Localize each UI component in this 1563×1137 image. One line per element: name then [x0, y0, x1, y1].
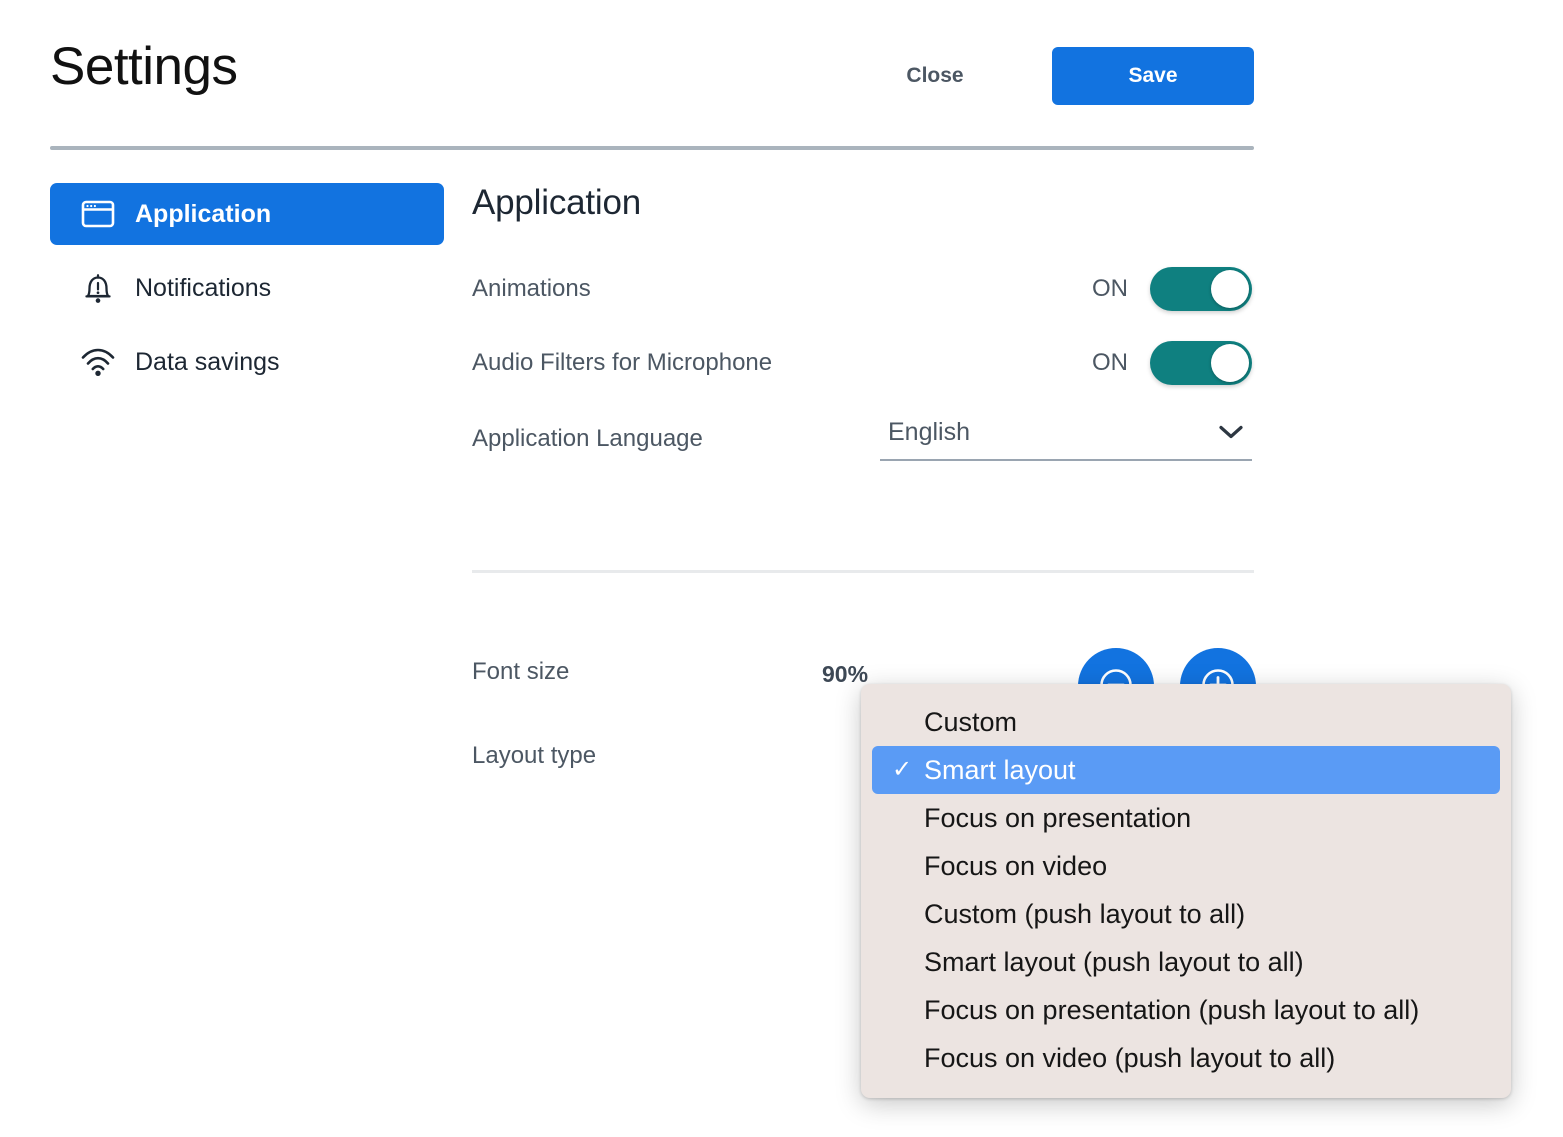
dropdown-item-selected[interactable]: ✓ Smart layout	[872, 746, 1500, 794]
dropdown-item[interactable]: Focus on video (push layout to all)	[872, 1034, 1500, 1082]
setting-row-animations: Animations ON	[472, 261, 1254, 317]
dropdown-item[interactable]: Focus on presentation (push layout to al…	[872, 986, 1500, 1034]
dropdown-item-label: Focus on presentation	[924, 803, 1191, 834]
application-language-value: English	[888, 418, 970, 447]
dropdown-item[interactable]: Custom (push layout to all)	[872, 890, 1500, 938]
wifi-signal-icon	[78, 342, 118, 382]
audio-filters-state-text: ON	[1092, 349, 1128, 377]
dropdown-item-label: Custom (push layout to all)	[924, 899, 1245, 930]
font-size-label: Font size	[472, 658, 569, 686]
settings-main-panel: Application Animations ON Audio Filters …	[472, 183, 1254, 467]
dropdown-item-label: Smart layout	[924, 755, 1076, 786]
section-divider	[472, 570, 1254, 573]
audio-filters-toggle[interactable]	[1150, 341, 1252, 385]
dropdown-item-label: Focus on video	[924, 851, 1107, 882]
settings-window: Settings Close Save Application	[0, 0, 1563, 1137]
dropdown-item[interactable]: Custom	[872, 698, 1500, 746]
dropdown-item-label: Focus on video (push layout to all)	[924, 1043, 1335, 1074]
sidebar-item-notifications[interactable]: Notifications	[50, 257, 444, 319]
dropdown-item-label: Focus on presentation (push layout to al…	[924, 995, 1419, 1026]
toggle-knob	[1211, 270, 1249, 308]
close-button[interactable]: Close	[880, 56, 990, 96]
check-icon: ✓	[892, 758, 912, 782]
animations-label: Animations	[472, 275, 591, 303]
section-title: Application	[472, 183, 1254, 223]
animations-toggle[interactable]	[1150, 267, 1252, 311]
application-language-select[interactable]: English	[880, 418, 1252, 461]
header-divider	[50, 146, 1254, 150]
dropdown-item[interactable]: Smart layout (push layout to all)	[872, 938, 1500, 986]
page-title: Settings	[50, 38, 238, 96]
dropdown-item[interactable]: Focus on video	[872, 842, 1500, 890]
font-size-value: 90%	[822, 661, 868, 688]
audio-filters-toggle-group: ON	[1092, 341, 1252, 385]
bell-alert-icon	[78, 268, 118, 308]
sidebar-item-data-savings[interactable]: Data savings	[50, 331, 444, 393]
sidebar-item-label: Notifications	[135, 274, 271, 303]
layout-type-dropdown-menu: Custom ✓ Smart layout Focus on presentat…	[861, 684, 1511, 1098]
setting-row-application-language: Application Language English	[472, 411, 1254, 467]
sidebar-item-label: Data savings	[135, 348, 280, 377]
window-icon	[78, 194, 118, 234]
toggle-knob	[1211, 344, 1249, 382]
setting-row-audio-filters: Audio Filters for Microphone ON	[472, 335, 1254, 391]
save-button[interactable]: Save	[1052, 47, 1254, 105]
dropdown-item-label: Custom	[924, 707, 1017, 738]
audio-filters-label: Audio Filters for Microphone	[472, 349, 772, 377]
settings-sidebar: Application Notifications	[50, 183, 444, 405]
dropdown-item-label: Smart layout (push layout to all)	[924, 947, 1304, 978]
chevron-down-icon	[1218, 424, 1244, 440]
sidebar-item-label: Application	[135, 200, 271, 229]
dropdown-item[interactable]: Focus on presentation	[872, 794, 1500, 842]
sidebar-item-application[interactable]: Application	[50, 183, 444, 245]
application-language-label: Application Language	[472, 425, 703, 453]
animations-state-text: ON	[1092, 275, 1128, 303]
layout-type-label: Layout type	[472, 742, 596, 769]
animations-toggle-group: ON	[1092, 267, 1252, 311]
